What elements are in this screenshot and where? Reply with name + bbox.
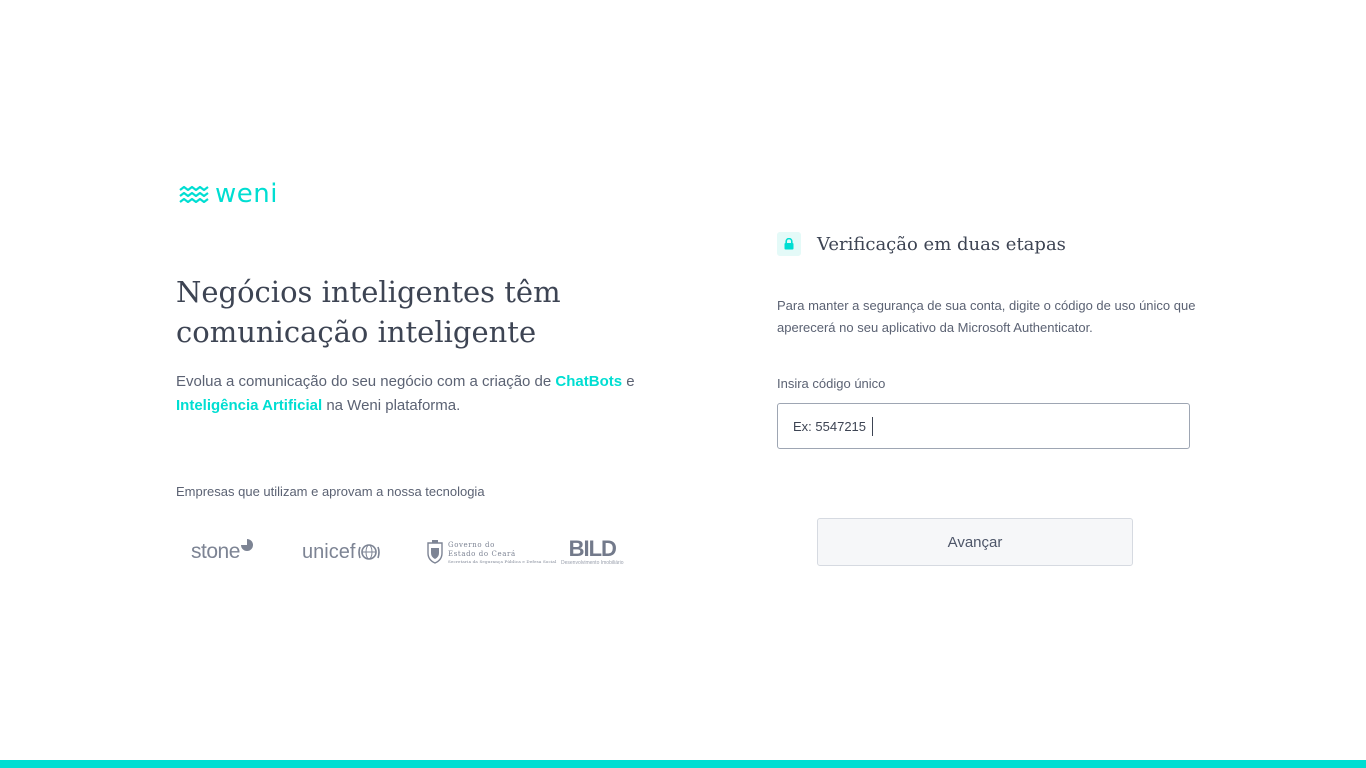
highlight-chatbots: ChatBots <box>555 373 623 390</box>
lock-badge <box>777 232 801 256</box>
unicef-logo-text: unicef <box>302 540 356 563</box>
governo-line-3: Secretaria da Segurança Pública e Defesa… <box>448 558 557 564</box>
subtitle-connector: e <box>626 373 635 390</box>
company-logos: stone unicef Governo do Estado do Ceará … <box>176 530 626 574</box>
globe-icon <box>358 544 381 560</box>
stone-logo-text: stone <box>191 540 240 563</box>
stone-logo: stone <box>191 530 253 574</box>
code-input[interactable] <box>777 403 1190 449</box>
bild-logo: BILD Desenvolvimento Imobiliário <box>561 530 624 574</box>
crest-icon <box>427 540 443 564</box>
bild-logo-subtext: Desenvolvimento Imobiliário <box>561 560 624 566</box>
weni-logo: weni <box>179 181 278 207</box>
form-description: Para manter a segurança de sua conta, di… <box>777 298 1196 335</box>
waves-icon <box>179 185 209 203</box>
unicef-logo: unicef <box>302 530 381 574</box>
text-caret <box>872 417 873 436</box>
governo-ceara-logo: Governo do Estado do Ceará Secretaria da… <box>426 530 556 574</box>
logo-text: weni <box>215 179 278 209</box>
two-factor-page: weni Negócios inteligentes têm comunicaç… <box>0 0 1366 768</box>
highlight-ai: Inteligência Artificial <box>176 397 323 414</box>
submit-button[interactable]: Avançar <box>817 518 1133 566</box>
code-input-label: Insira código único <box>777 376 886 391</box>
subtitle-suffix: na Weni plataforma. <box>326 397 461 414</box>
companies-label: Empresas que utilizam e aprovam a nossa … <box>176 484 485 499</box>
governo-line-1: Governo do <box>448 540 495 549</box>
hero-subtitle: Evolua a comunicação do seu negócio com … <box>176 370 636 418</box>
bild-logo-text: BILD <box>568 536 617 561</box>
lock-icon <box>784 238 794 250</box>
stone-mark-icon <box>240 539 253 551</box>
form-title: Verificação em duas etapas <box>817 234 1066 255</box>
page-headline: Negócios inteligentes têm comunicação in… <box>176 275 561 349</box>
bottom-accent-bar <box>0 760 1366 768</box>
subtitle-prefix: Evolua a comunicação do seu negócio com … <box>176 373 552 390</box>
governo-text: Governo do Estado do Ceará Secretaria da… <box>448 541 556 564</box>
governo-line-2: Estado do Ceará <box>448 549 516 558</box>
